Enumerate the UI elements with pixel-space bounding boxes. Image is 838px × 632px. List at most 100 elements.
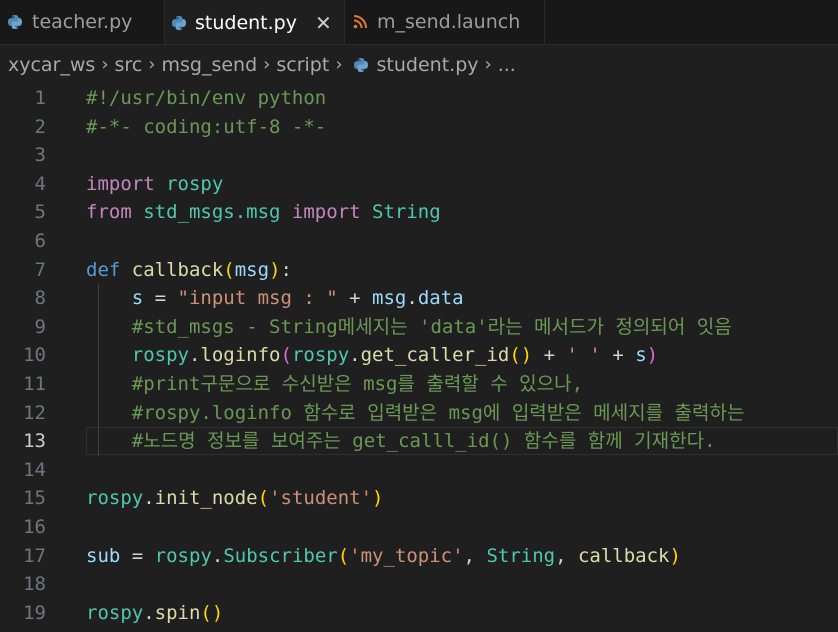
- dot: .: [211, 544, 224, 567]
- module-name: rospy: [86, 487, 144, 510]
- parameter: msg: [234, 258, 270, 281]
- tab-label: student.py: [195, 12, 297, 34]
- module-name: rospy: [154, 544, 212, 567]
- paren: (: [337, 544, 350, 567]
- string-literal: "input msg : ": [177, 287, 338, 310]
- dot: .: [406, 287, 418, 310]
- tab-label: teacher.py: [32, 11, 133, 33]
- class-name: Subscriber: [223, 544, 338, 567]
- string-literal: 'student': [269, 487, 373, 510]
- keyword: def: [86, 258, 121, 281]
- line-number: 13: [23, 430, 46, 453]
- comment: #-*- coding:utf-8 -*-: [86, 115, 327, 138]
- module-name: rospy: [154, 172, 224, 195]
- code-line: 10 rospy.loginfo(rospy.get_caller_id() +…: [0, 341, 838, 370]
- breadcrumb-item-more[interactable]: ...: [498, 54, 516, 76]
- rss-icon: [351, 13, 369, 31]
- string-literal: 'my_topic': [349, 544, 464, 567]
- line-number: 19: [23, 601, 46, 624]
- class-name: String: [486, 544, 556, 567]
- line-number: 2: [34, 115, 46, 138]
- dot: .: [349, 344, 361, 367]
- tab-student-py[interactable]: student.py ✕: [165, 0, 345, 44]
- variable: s: [635, 344, 647, 367]
- comment: #rospy.loginfo 함수로 입력받은 msg에 입력받은 메세지를 출…: [86, 401, 745, 424]
- operator: +: [337, 287, 373, 310]
- code-editor[interactable]: 1 #!/usr/bin/env python 2 #-*- coding:ut…: [0, 84, 838, 627]
- line-number: 11: [23, 372, 46, 395]
- module-name: rospy: [291, 344, 350, 367]
- breadcrumb: xycar_ws › src › msg_send › script › stu…: [0, 45, 838, 84]
- line-number: 14: [23, 458, 46, 481]
- comment: #print구문으로 수신받은 msg를 출력할 수 있으나,: [86, 372, 584, 395]
- code-line: 14: [0, 456, 838, 485]
- close-icon[interactable]: ✕: [315, 11, 332, 35]
- variable: sub: [86, 544, 121, 567]
- chevron-right-icon: ›: [484, 54, 492, 75]
- tab-m-send-launch[interactable]: m_send.launch: [345, 0, 545, 44]
- line-number: 1: [34, 87, 46, 109]
- line-number: 12: [23, 401, 46, 424]
- line-number: 17: [23, 544, 46, 567]
- function-name: spin: [154, 601, 201, 624]
- line-number: 9: [34, 315, 46, 338]
- breadcrumb-item-msg-send[interactable]: msg_send: [161, 54, 257, 76]
- module-name: rospy: [131, 344, 189, 367]
- python-icon: [171, 14, 187, 32]
- line-number: 4: [34, 172, 46, 195]
- breadcrumb-item-script[interactable]: script: [276, 54, 329, 76]
- code-line: 17 sub = rospy.Subscriber('my_topic', St…: [0, 542, 838, 571]
- breadcrumb-item-xycar-ws[interactable]: xycar_ws: [8, 54, 95, 76]
- dot: .: [143, 487, 155, 510]
- function-name: callback: [120, 258, 224, 281]
- paren: (): [509, 344, 533, 367]
- code-line: 4 import rospy: [0, 170, 838, 199]
- paren: ): [372, 487, 384, 510]
- paren: (): [200, 601, 224, 624]
- class-name: String: [360, 201, 441, 224]
- code-line: 5 from std_msgs.msg import String: [0, 198, 838, 227]
- module-name: std_msgs.msg: [131, 201, 292, 224]
- operator: +: [532, 344, 567, 367]
- function-name: loginfo: [200, 344, 281, 367]
- line-number: 15: [23, 487, 46, 510]
- attribute: data: [417, 287, 464, 310]
- chevron-right-icon: ›: [263, 54, 271, 75]
- comment: #!/usr/bin/env python: [86, 87, 327, 109]
- breadcrumb-item-src[interactable]: src: [115, 54, 143, 76]
- code-line: 16: [0, 513, 838, 542]
- chevron-right-icon: ›: [335, 54, 343, 75]
- code-line: 15 rospy.init_node('student'): [0, 484, 838, 513]
- module-name: rospy: [86, 601, 144, 624]
- keyword: import: [291, 201, 361, 224]
- python-icon: [6, 13, 24, 31]
- dot: .: [143, 601, 155, 624]
- code-line: 9 #std_msgs - String메세지는 'data'라는 메서드가 정…: [0, 313, 838, 342]
- line-number: 18: [23, 573, 46, 596]
- comma: ,: [463, 544, 487, 567]
- comment: #std_msgs - String메세지는 'data'라는 메서드가 정의되…: [86, 315, 732, 338]
- paren: (: [257, 487, 270, 510]
- function-name: get_caller_id: [360, 344, 510, 367]
- code-line: 7 def callback(msg):: [0, 256, 838, 285]
- code-line-current: 13 #노드명 정보를 보여주는 get_calll_id() 함수를 함께 기…: [0, 427, 838, 456]
- code-line: 8 s = "input msg : " + msg.data: [0, 284, 838, 313]
- line-number: 5: [34, 201, 46, 224]
- keyword: import: [86, 172, 155, 195]
- tab-teacher-py[interactable]: teacher.py: [0, 0, 165, 44]
- paren: ): [669, 544, 681, 567]
- comma: ,: [555, 544, 578, 567]
- code-line: 11 #print구문으로 수신받은 msg를 출력할 수 있으나,: [0, 370, 838, 399]
- code-line: 18: [0, 570, 838, 599]
- function-name: init_node: [154, 487, 258, 510]
- function-name: callback: [577, 544, 670, 567]
- paren: (: [280, 344, 292, 367]
- breadcrumb-item-student-py[interactable]: student.py: [377, 54, 479, 76]
- python-icon: [353, 57, 369, 73]
- operator: =: [120, 544, 155, 567]
- comment: #노드명 정보를 보여주는 get_calll_id() 함수를 함께 기재한다…: [86, 430, 716, 453]
- line-number: 16: [23, 515, 46, 538]
- chevron-right-icon: ›: [101, 54, 109, 75]
